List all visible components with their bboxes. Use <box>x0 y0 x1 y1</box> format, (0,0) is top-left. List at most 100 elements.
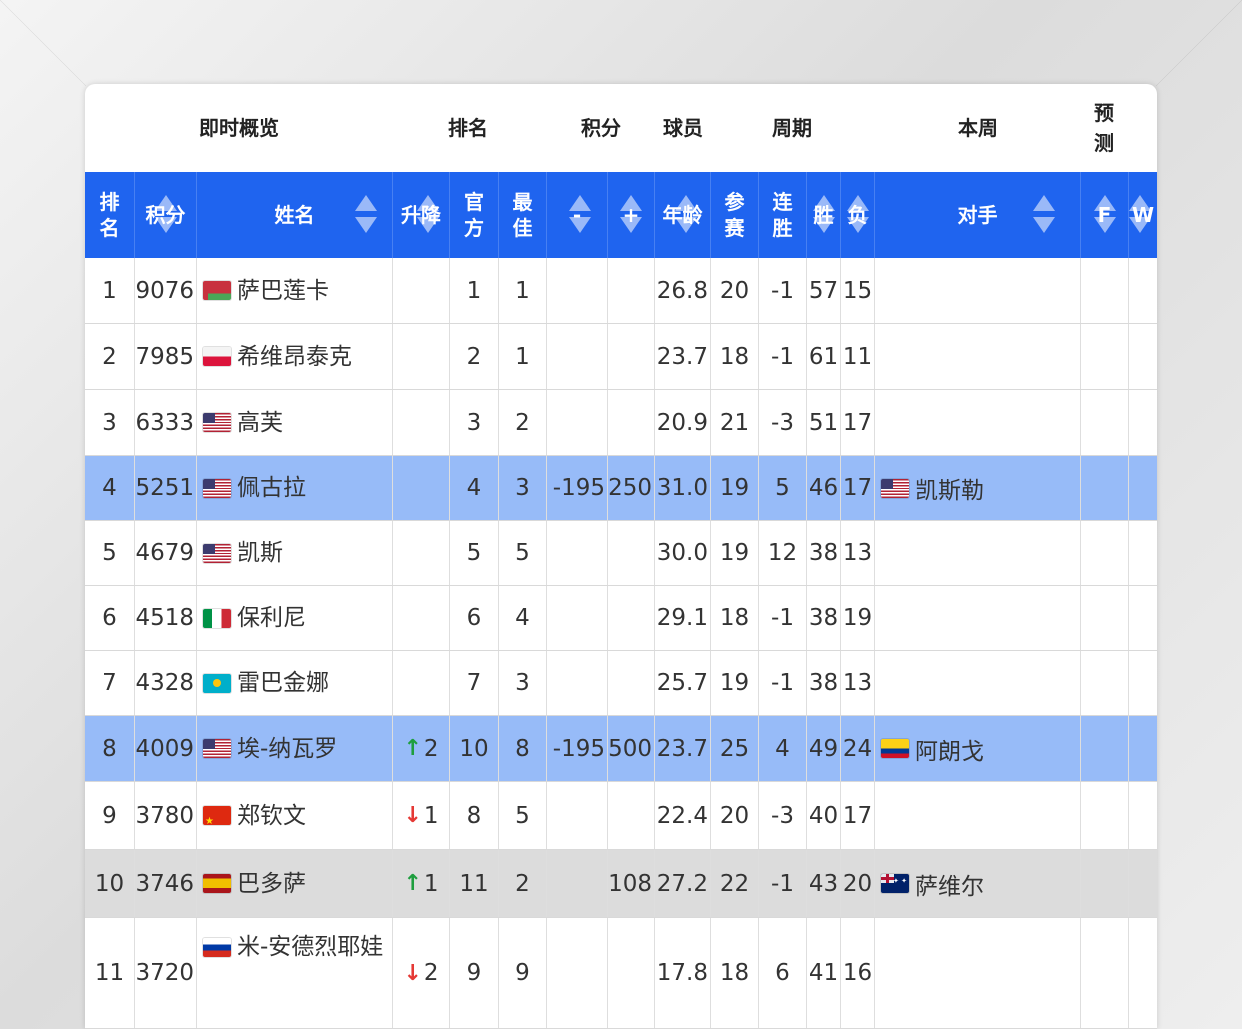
value-streak: -3 <box>771 409 794 436</box>
cell-played: 25 <box>711 716 759 781</box>
value-win: 40 <box>808 802 839 829</box>
col-loss[interactable]: 负 <box>841 172 875 258</box>
cell-age: 22.4 <box>655 782 711 849</box>
opponent-name[interactable]: 萨维尔 <box>915 867 984 901</box>
col-minus[interactable]: - <box>547 172 608 258</box>
cell-streak: -3 <box>759 782 807 849</box>
col-plus[interactable]: + <box>608 172 655 258</box>
cell-age: 26.8 <box>655 258 711 323</box>
player-name[interactable]: 希维昂泰克 <box>237 338 352 376</box>
value-loss: 24 <box>842 735 873 762</box>
col-official[interactable]: 官 方 <box>450 172 499 258</box>
table-row[interactable]: 93780郑钦文↓18522.420-34017 <box>85 782 1157 850</box>
value-win: 61 <box>808 343 839 370</box>
value-minus: -195 <box>552 735 605 762</box>
cell-rank: 5 <box>85 521 135 585</box>
cell-best: 5 <box>499 782 547 849</box>
cell-w <box>1129 850 1157 917</box>
cell-opponent <box>875 918 1081 1028</box>
player-name[interactable]: 萨巴莲卡 <box>237 272 329 310</box>
value-win: 38 <box>808 540 839 566</box>
cell-plus <box>608 782 655 849</box>
cell-change: ↑ 2 <box>393 716 450 781</box>
player-name[interactable]: 雷巴金娜 <box>237 664 329 702</box>
cell-change <box>393 651 450 715</box>
cell-minus <box>547 782 608 849</box>
cell-loss: 17 <box>841 456 875 520</box>
value-age: 23.7 <box>656 343 708 370</box>
cell-minus <box>547 850 608 917</box>
table-row[interactable]: 103746巴多萨↑111210827.222-14320萨维尔 <box>85 850 1157 918</box>
value-rank: 6 <box>102 605 117 631</box>
table-row[interactable]: 7 4328 雷巴金娜 7 3 25.7 19 -1 38 13 <box>85 651 1157 716</box>
flag-icon <box>881 478 909 498</box>
value-age: 31.0 <box>656 475 708 501</box>
rank-change-value: 2 <box>423 735 439 762</box>
cell-change: ↓ 2 <box>393 918 450 1028</box>
player-name[interactable]: 巴多萨 <box>237 865 306 903</box>
col-best[interactable]: 最 佳 <box>499 172 547 258</box>
table-row[interactable]: 5 4679 凯斯 5 5 30.0 19 12 38 13 <box>85 521 1157 586</box>
cell-rank: 3 <box>85 390 135 455</box>
player-name[interactable]: 高芙 <box>237 404 283 442</box>
col-w[interactable]: W <box>1129 172 1157 258</box>
table-row[interactable]: 4 5251 佩古拉 4 3 -195 250 31.0 19 5 46 17 凯斯勒 <box>85 456 1157 521</box>
cell-win: 43 <box>807 850 841 917</box>
col-points[interactable]: 积分 <box>135 172 197 258</box>
cell-name: 米-安德烈耶娃 <box>197 918 393 1028</box>
cell-f <box>1081 390 1129 455</box>
opponent-name[interactable]: 阿朗戈 <box>915 732 984 766</box>
col-win[interactable]: 胜 <box>807 172 841 258</box>
player-name[interactable]: 保利尼 <box>237 599 306 637</box>
down-arrow-icon: ↓ <box>403 960 422 986</box>
cell-change: ↓ 1 <box>393 782 450 849</box>
value-played: 19 <box>719 540 750 566</box>
cell-name: 埃-纳瓦罗 <box>197 716 393 781</box>
value-win: 41 <box>808 960 839 986</box>
group-header-period: 周期 <box>772 116 812 140</box>
flag-icon <box>203 803 231 841</box>
col-change[interactable]: 升降 <box>393 172 450 258</box>
cell-change <box>393 521 450 585</box>
cell-loss: 16 <box>841 918 875 1028</box>
opponent-name[interactable]: 凯斯勒 <box>915 471 984 505</box>
column-header-row: 排 名 积分 姓名 升降 官 方 最 佳 - + 年龄 参 赛 连 胜 胜 负 … <box>85 172 1157 258</box>
player-name[interactable]: 郑钦文 <box>237 797 306 835</box>
cell-loss: 13 <box>841 521 875 585</box>
flag-icon <box>203 347 231 366</box>
player-name[interactable]: 凯斯 <box>237 534 283 572</box>
table-row[interactable]: 11 3720 米-安德烈耶娃 ↓ 2 9 9 17.8 18 6 41 16 <box>85 918 1157 1029</box>
col-opponent[interactable]: 对手 <box>875 172 1081 258</box>
table-row[interactable]: 2 7985 希维昂泰克 2 1 23.7 18 -1 61 11 <box>85 324 1157 390</box>
value-points: 4328 <box>135 670 194 696</box>
col-name[interactable]: 姓名 <box>197 172 393 258</box>
group-header-this-week: 本周 <box>958 116 998 140</box>
table-row[interactable]: 1 9076 萨巴莲卡 1 1 26.8 20 -1 57 15 <box>85 258 1157 324</box>
col-age[interactable]: 年龄 <box>655 172 711 258</box>
value-official: 10 <box>459 735 489 762</box>
down-arrow-icon: ↓ <box>403 803 422 828</box>
col-rank[interactable]: 排 名 <box>85 172 135 258</box>
flag-icon <box>203 281 231 300</box>
player-name[interactable]: 埃-纳瓦罗 <box>237 730 337 768</box>
col-f[interactable]: F <box>1081 172 1129 258</box>
table-row[interactable]: 3 6333 高芙 3 2 20.9 21 -3 51 17 <box>85 390 1157 456</box>
cell-played: 18 <box>711 324 759 389</box>
cell-opponent <box>875 258 1081 323</box>
up-arrow-icon: ↑ <box>403 871 422 896</box>
value-win: 49 <box>808 735 839 762</box>
value-win: 38 <box>808 670 839 696</box>
value-best: 1 <box>515 343 530 370</box>
col-streak[interactable]: 连 胜 <box>759 172 807 258</box>
value-streak: -1 <box>771 605 794 631</box>
value-streak: -1 <box>771 870 794 897</box>
value-played: 19 <box>719 475 750 501</box>
table-row[interactable]: 8 4009 埃-纳瓦罗 ↑ 2 10 8 -195 500 23.7 25 4 49 24 阿朗戈 <box>85 716 1157 782</box>
table-row[interactable]: 6 4518 保利尼 6 4 29.1 18 -1 38 19 <box>85 586 1157 651</box>
player-name[interactable]: 米-安德烈耶娃 <box>237 934 383 960</box>
player-name[interactable]: 佩古拉 <box>237 469 306 507</box>
col-played[interactable]: 参 赛 <box>711 172 759 258</box>
value-official: 3 <box>466 409 482 436</box>
cell-played: 20 <box>711 258 759 323</box>
cell-f <box>1081 586 1129 650</box>
